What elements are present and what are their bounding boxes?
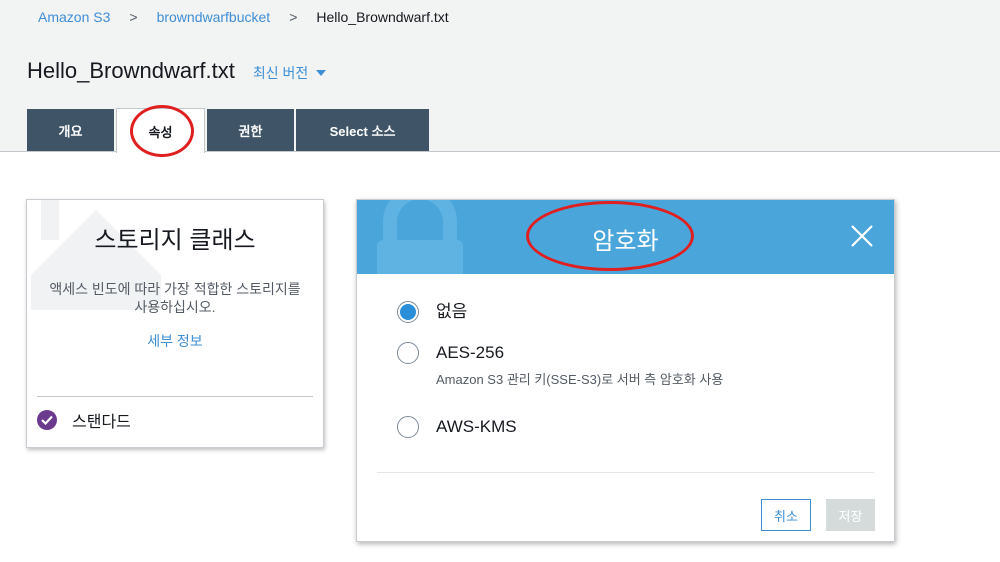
- version-dropdown[interactable]: 최신 버전: [252, 63, 327, 83]
- details-link[interactable]: 세부 정보: [27, 331, 323, 351]
- card-description-line: 액세스 빈도에 따라 가장 적합한 스토리지를: [49, 281, 301, 297]
- storage-class-card: 스토리지 클래스 액세스 빈도에 따라 가장 적합한 스토리지를 사용하십시오.…: [26, 199, 324, 448]
- title-row: Hello_Browndwarf.txt 최신 버전: [27, 58, 327, 84]
- breadcrumb-current: Hello_Browndwarf.txt: [316, 9, 449, 25]
- radio-selected[interactable]: [397, 301, 419, 323]
- dialog-header: 암호화: [357, 200, 894, 274]
- breadcrumb-separator: >: [129, 9, 138, 25]
- card-divider: [37, 396, 313, 397]
- radio-dot: [400, 304, 416, 320]
- breadcrumb-amazon-s3[interactable]: Amazon S3: [38, 9, 110, 25]
- option-aes-256[interactable]: AES-256 Amazon S3 관리 키(SSE-S3)로 서버 측 암호화…: [397, 342, 723, 388]
- breadcrumb-separator: >: [289, 9, 298, 25]
- card-description-line: 사용하십시오.: [134, 299, 216, 315]
- selected-storage-label: 스탠다드: [72, 414, 131, 431]
- tab-overview[interactable]: 개요: [27, 109, 114, 151]
- dialog-divider: [377, 472, 874, 473]
- cancel-button[interactable]: 취소: [761, 499, 811, 531]
- tab-label: 개요: [58, 123, 83, 139]
- tab-select-source[interactable]: Select 소스: [296, 109, 429, 151]
- dialog-title: 암호화: [592, 228, 659, 255]
- tab-properties[interactable]: 속성: [116, 108, 205, 153]
- option-aws-kms[interactable]: AWS-KMS: [397, 416, 517, 438]
- radio-unselected[interactable]: [397, 416, 419, 438]
- option-label: 없음: [436, 302, 468, 321]
- option-none[interactable]: 없음: [397, 301, 467, 323]
- tab-label: 권한: [238, 123, 263, 139]
- encryption-dialog: 암호화 없음 AES-256 Amazon S3 관리 키(SSE-S3)로 서…: [356, 199, 895, 542]
- radio-unselected[interactable]: [397, 342, 419, 364]
- breadcrumb: Amazon S3 > browndwarfbucket > Hello_Bro…: [38, 9, 449, 25]
- card-title: 스토리지 클래스: [94, 227, 256, 254]
- version-label: 최신 버전: [252, 65, 309, 81]
- close-icon[interactable]: [850, 224, 874, 248]
- card-description: 액세스 빈도에 따라 가장 적합한 스토리지를 사용하십시오.: [27, 280, 323, 316]
- selected-storage-class: 스탠다드: [37, 408, 131, 432]
- option-label: AWS-KMS: [436, 417, 517, 436]
- option-sublabel: Amazon S3 관리 키(SSE-S3)로 서버 측 암호화 사용: [436, 372, 724, 387]
- save-button[interactable]: 저장: [826, 499, 875, 531]
- caret-down-icon: [316, 70, 327, 76]
- tab-permissions[interactable]: 권한: [207, 109, 294, 151]
- check-circle-icon: [37, 410, 57, 430]
- tab-label: 속성: [148, 124, 173, 140]
- option-label: AES-256: [436, 343, 505, 362]
- breadcrumb-bucket[interactable]: browndwarfbucket: [157, 9, 271, 25]
- page-title: Hello_Browndwarf.txt: [27, 58, 235, 83]
- tab-label: Select 소스: [329, 123, 396, 139]
